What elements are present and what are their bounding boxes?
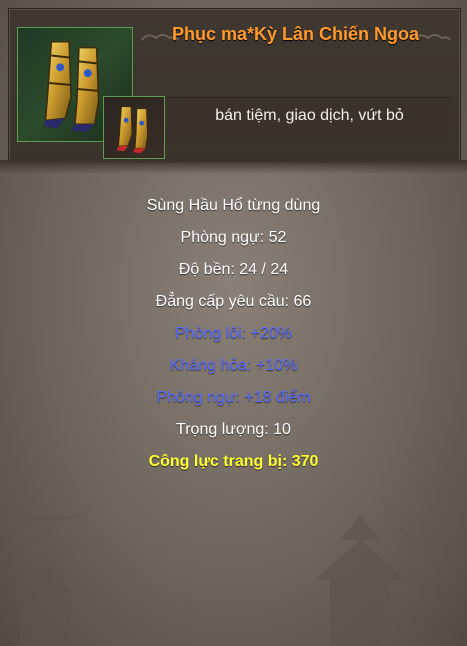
- stat-bonus-defense: Phòng ngự: +18 điểm: [156, 389, 311, 406]
- pagoda-background-art: [0, 509, 467, 646]
- item-tooltip-panel: Phục ma*Kỳ Lân Chiến Ngoa bán tiệm, giao…: [0, 0, 467, 646]
- stat-defense: Phòng ngự: 52: [180, 229, 287, 246]
- item-name: Phục ma*Kỳ Lân Chiến Ngoa: [171, 24, 420, 44]
- header-shadow: [0, 160, 467, 174]
- stat-origin: Sùng Hầu Hổ từng dùng: [146, 197, 321, 214]
- item-icon-small: [103, 96, 165, 159]
- stat-equip-power: Công lực trang bị: 370: [148, 453, 319, 470]
- stat-fire-resist: Kháng hỏa: +10%: [169, 357, 298, 374]
- stat-durability: Độ bền: 24 / 24: [178, 261, 289, 278]
- stat-level-requirement: Đẳng cấp yêu cầu: 66: [155, 293, 312, 310]
- item-stats-list: Sùng Hầu Hổ từng dùng Phòng ngự: 52 Độ b…: [0, 190, 467, 478]
- item-restriction: bán tiệm, giao dịch, vứt bỏ: [215, 107, 404, 124]
- stat-weight: Trọng lượng: 10: [176, 421, 291, 438]
- boots-item-icon-small: [116, 106, 149, 154]
- stat-lightning-resist: Phòng lôi: +20%: [175, 325, 292, 342]
